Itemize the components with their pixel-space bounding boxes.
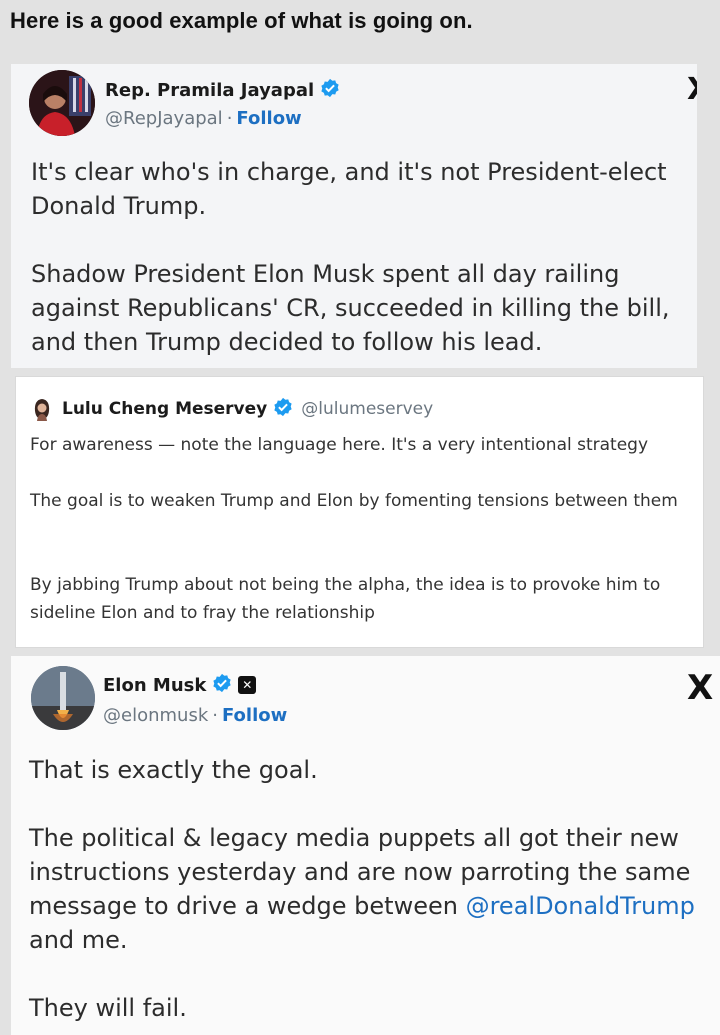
tweet-paragraph: By jabbing Trump about not being the alp… (30, 575, 661, 623)
x-affiliation-badge-icon: ✕ (238, 676, 257, 694)
author-name[interactable]: Rep. Pramila Jayapal (105, 80, 314, 101)
tweet-card-meservey[interactable]: Lulu Cheng Meservey @lulumeservey For aw… (15, 376, 704, 648)
verified-badge-icon (212, 673, 232, 697)
tweet-paragraph: That is exactly the goal. (29, 756, 318, 784)
author-name[interactable]: Elon Musk (103, 675, 206, 696)
tweet-paragraph: They will fail. (29, 994, 187, 1022)
mention-link[interactable]: @realDonaldTrump (466, 892, 695, 920)
tweet-body: That is exactly the goal. The political … (29, 753, 719, 1025)
tweet-paragraph: Shadow President Elon Musk spent all day… (31, 260, 670, 356)
follow-button[interactable]: Follow (236, 108, 301, 129)
author-handle[interactable]: @RepJayapal (105, 108, 223, 129)
verified-badge-icon (320, 78, 340, 102)
x-logo-icon[interactable]: X (687, 668, 713, 708)
tweet-paragraph: For awareness — note the language here. … (30, 435, 649, 455)
author-name[interactable]: Lulu Cheng Meservey (62, 399, 267, 419)
tweet-body: It's clear who's in charge, and it's not… (31, 155, 691, 359)
follow-button[interactable]: Follow (222, 705, 287, 726)
post-headline: Here is a good example of what is going … (10, 8, 473, 33)
tweet-card-jayapal[interactable]: Rep. Pramila Jayapal @RepJayapal · Follow … (11, 64, 697, 368)
author-handle[interactable]: @lulumeservey (301, 399, 433, 419)
tweet-paragraph: It's clear who's in charge, and it's not… (31, 158, 667, 220)
tweet-paragraph: The goal is to weaken Trump and Elon by … (30, 491, 678, 511)
verified-badge-icon (273, 397, 293, 421)
tweet-card-musk[interactable]: Elon Musk ✕ @elonmusk · Follow X That is e… (11, 656, 720, 1035)
x-logo-icon[interactable]: X (687, 72, 697, 107)
avatar[interactable] (29, 70, 95, 136)
avatar[interactable] (31, 666, 95, 730)
avatar[interactable] (30, 397, 54, 421)
author-handle[interactable]: @elonmusk (103, 705, 208, 726)
tweet-paragraph: The political & legacy media puppets all… (29, 824, 695, 954)
